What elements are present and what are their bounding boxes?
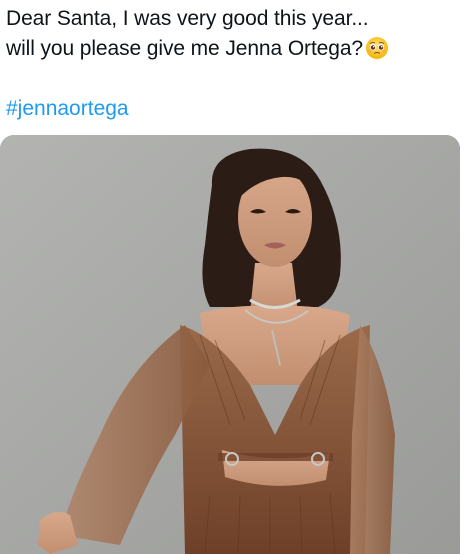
hashtag-link[interactable]: #jennaortega xyxy=(6,95,129,123)
portrait-photo xyxy=(0,135,460,554)
tweet-text: Dear Santa, I was very good this year...… xyxy=(6,4,468,64)
tweet-text-line-2: will you please give me Jenna Ortega? xyxy=(6,34,468,64)
tweet-photo[interactable] xyxy=(0,135,460,554)
tweet-text-line-1: Dear Santa, I was very good this year... xyxy=(6,7,369,30)
pleading-face-emoji-icon xyxy=(366,37,389,59)
tweet-text-line-2-words: will you please give me Jenna Ortega? xyxy=(6,37,364,60)
